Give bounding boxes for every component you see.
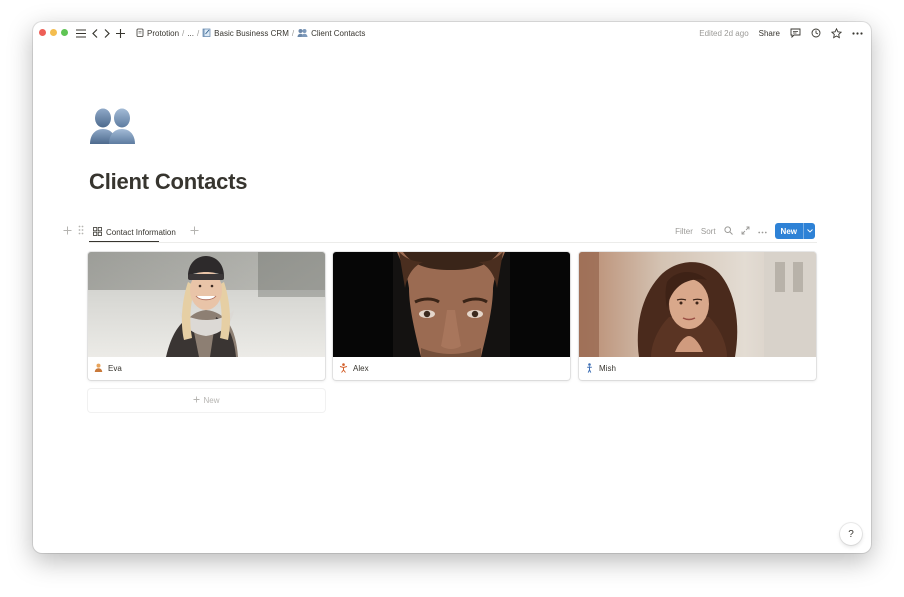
tab-contact-information[interactable]: Contact Information (89, 222, 180, 242)
tab-label: Contact Information (106, 227, 176, 237)
forward-arrow-icon[interactable] (104, 28, 110, 38)
add-view-button[interactable] (190, 224, 199, 238)
minimize-window-button[interactable] (50, 29, 57, 36)
block-handle-controls (63, 225, 84, 238)
window-controls (39, 29, 68, 36)
person-icon (94, 363, 103, 374)
card-title: Alex (353, 364, 369, 373)
back-arrow-icon[interactable] (92, 28, 98, 38)
notebook-icon (202, 28, 211, 39)
sidebar-menu-icon[interactable] (76, 29, 86, 38)
chevron-down-icon[interactable] (803, 223, 815, 239)
page-icon-busts[interactable] (89, 106, 137, 146)
plus-icon (193, 396, 200, 405)
drag-handle-icon[interactable] (78, 225, 84, 238)
help-button[interactable]: ? (840, 523, 862, 545)
nav-controls (76, 26, 125, 40)
add-new-card-label: New (203, 396, 220, 405)
breadcrumb-item-ellipsis[interactable]: ... (187, 29, 194, 38)
filter-button[interactable]: Filter (675, 227, 693, 236)
new-button-label[interactable]: New (775, 223, 803, 239)
card-title: Mish (599, 364, 616, 373)
person-standing-icon (585, 362, 594, 375)
more-options-icon[interactable] (852, 31, 863, 35)
favorite-star-icon[interactable] (831, 27, 842, 39)
history-clock-icon[interactable] (811, 28, 821, 38)
edited-timestamp: Edited 2d ago (699, 28, 749, 38)
maximize-window-button[interactable] (61, 29, 68, 36)
card-cover-photo (88, 252, 325, 357)
gallery-card-mish[interactable]: Mish (579, 252, 816, 380)
close-window-button[interactable] (39, 29, 46, 36)
card-cover-photo (333, 252, 570, 357)
app-window: Prototion / ... / Basic Business CRM / C… (33, 22, 871, 553)
document-hand-icon (136, 28, 144, 39)
share-button[interactable]: Share (759, 29, 780, 38)
breadcrumb-item-basic-business-crm[interactable]: Basic Business CRM (202, 28, 289, 39)
card-title: Eva (108, 364, 122, 373)
new-button[interactable]: New (774, 223, 815, 239)
expand-icon[interactable] (741, 226, 750, 237)
breadcrumb-separator: / (182, 28, 185, 38)
topbar-actions: Edited 2d ago Share (699, 26, 863, 40)
plus-icon (190, 226, 199, 235)
person-cartwheel-icon (339, 362, 348, 375)
gallery-grid-icon (93, 226, 102, 238)
busts-icon (297, 28, 308, 39)
card-cover-photo (579, 252, 816, 357)
sort-button[interactable]: Sort (701, 227, 716, 236)
comment-icon[interactable] (790, 28, 801, 38)
breadcrumb-item-client-contacts[interactable]: Client Contacts (297, 28, 365, 39)
card-title-row[interactable]: Eva (88, 357, 325, 380)
gallery-card-alex[interactable]: Alex (333, 252, 570, 380)
add-new-card-button[interactable]: New (88, 389, 325, 412)
add-block-icon[interactable] (63, 226, 72, 238)
card-title-row[interactable]: Mish (579, 357, 816, 380)
breadcrumb-separator: / (196, 28, 200, 38)
search-icon[interactable] (723, 225, 733, 237)
gallery-card-eva[interactable]: Eva (88, 252, 325, 380)
view-divider (89, 242, 817, 243)
view-actions: Filter Sort New (675, 223, 815, 239)
top-bar: Prototion / ... / Basic Business CRM / C… (33, 22, 871, 44)
plus-icon[interactable] (116, 28, 125, 38)
breadcrumb: Prototion / ... / Basic Business CRM / C… (136, 26, 365, 40)
breadcrumb-item-prototion[interactable]: Prototion (136, 28, 179, 39)
view-more-icon[interactable] (757, 227, 767, 236)
page-title[interactable]: Client Contacts (89, 169, 248, 195)
busts-in-silhouette-icon (90, 108, 135, 144)
breadcrumb-separator: / (291, 28, 295, 38)
card-title-row[interactable]: Alex (333, 357, 570, 380)
